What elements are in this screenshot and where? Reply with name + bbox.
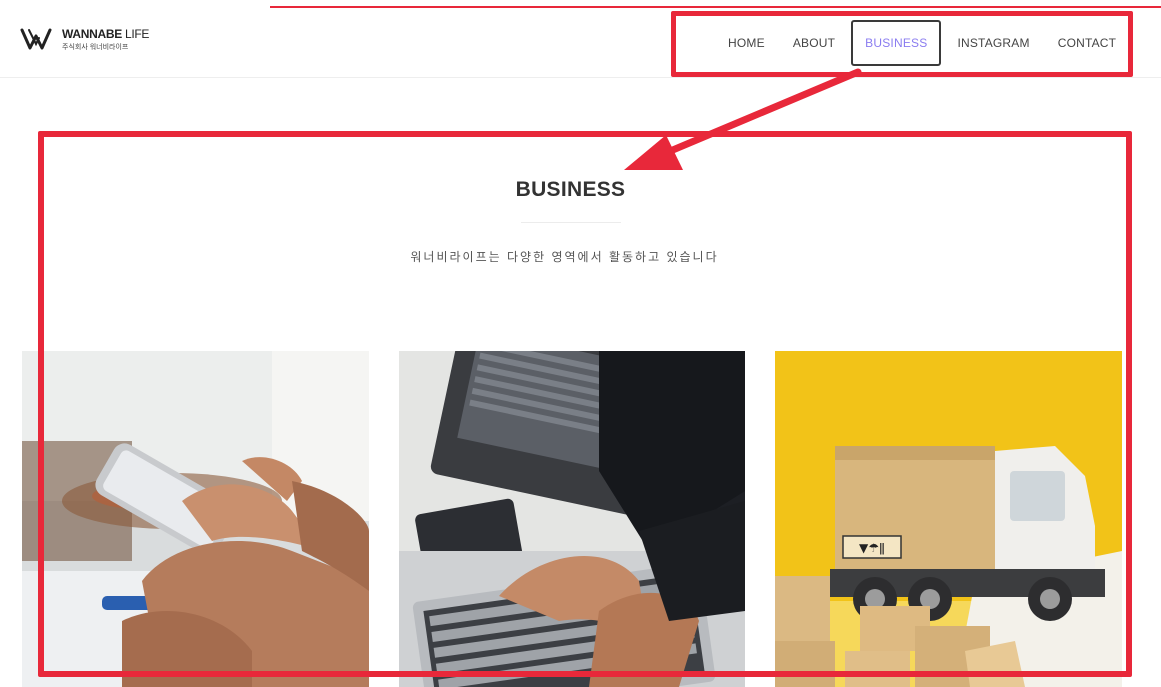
logo-subtitle: 주식회사 워너비라이프 — [62, 43, 129, 51]
top-strip — [0, 0, 1161, 8]
main-nav: HOME ABOUT BUSINESS INSTAGRAM CONTACT — [714, 8, 1130, 78]
smartphone-hands-image — [22, 351, 369, 687]
wannabe-w-logo-icon — [20, 28, 52, 50]
title-divider — [521, 222, 621, 223]
site-header: WANNABE LIFE 주식회사 워너비라이프 HOME ABOUT BUSI… — [0, 8, 1161, 78]
delivery-truck-image: ▼☂ǁ — [775, 351, 1122, 687]
nav-instagram[interactable]: INSTAGRAM — [943, 20, 1043, 66]
nav-home[interactable]: HOME — [714, 20, 779, 66]
section-subtitle: 워너비라이프는 다양한 영역에서 활동하고 있습니다 — [410, 250, 719, 264]
business-card-mobile[interactable] — [22, 351, 369, 687]
logo-name: WANNABE LIFE — [62, 26, 150, 41]
nav-contact[interactable]: CONTACT — [1044, 20, 1131, 66]
section-title: BUSINESS — [515, 178, 626, 201]
nav-business[interactable]: BUSINESS — [851, 20, 942, 66]
nav-about[interactable]: ABOUT — [779, 20, 849, 66]
laptop-typing-image — [399, 351, 745, 687]
business-card-online[interactable] — [399, 351, 745, 687]
site-logo[interactable]: WANNABE LIFE 주식회사 워너비라이프 — [20, 26, 149, 52]
svg-text:▼☂ǁ: ▼☂ǁ — [859, 541, 885, 555]
business-card-logistics[interactable]: ▼☂ǁ — [775, 351, 1122, 687]
